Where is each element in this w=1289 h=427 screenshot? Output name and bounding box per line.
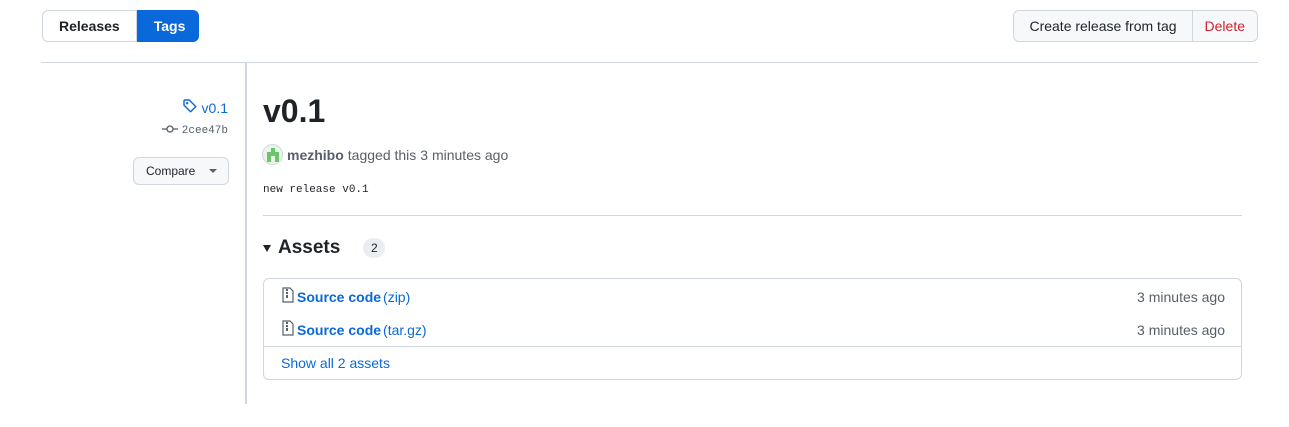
compare-dropdown[interactable]: Compare (133, 157, 229, 185)
release-time: 3 minutes ago (420, 146, 509, 163)
commit-sha: 2cee47b (181, 125, 228, 137)
assets-title: Assets (278, 237, 341, 258)
timeline-line (245, 62, 247, 404)
asset-time: 3 minutes ago (1137, 288, 1225, 305)
tag-icon (182, 98, 198, 117)
list-item: Source code (zip) 3 minutes ago (264, 280, 1241, 313)
top-divider (41, 62, 1258, 63)
tagged-text: tagged this (347, 146, 417, 163)
file-zip-icon (281, 320, 295, 339)
asset-ext: (zip) (383, 288, 411, 305)
asset-link-targz[interactable]: Source code (tar.gz) (281, 320, 427, 339)
release-byline: mezhibo tagged this 3 minutes ago (262, 144, 508, 165)
assets-list: Source code (zip) 3 minutes ago Source c… (263, 278, 1242, 380)
tag-name: v0.1 (201, 99, 228, 116)
body-divider (263, 215, 1242, 216)
show-all-assets-link[interactable]: Show all 2 assets (281, 355, 390, 371)
author-link[interactable]: mezhibo (287, 147, 344, 163)
file-zip-icon (281, 287, 295, 306)
assets-header[interactable]: Assets 2 (263, 237, 386, 259)
triangle-down-icon (263, 244, 271, 252)
create-release-button[interactable]: Create release from tag (1013, 10, 1193, 42)
asset-ext: (tar.gz) (383, 321, 427, 338)
git-commit-icon (161, 124, 178, 138)
show-all-row: Show all 2 assets (264, 346, 1241, 379)
asset-time: 3 minutes ago (1137, 321, 1225, 338)
compare-label: Compare (146, 164, 196, 178)
delete-button[interactable]: Delete (1192, 10, 1258, 42)
asset-link-zip[interactable]: Source code (zip) (281, 287, 410, 306)
commit-link[interactable]: 2cee47b (161, 124, 228, 138)
assets-count-badge: 2 (363, 238, 386, 258)
release-title: v0.1 (263, 93, 326, 129)
asset-name: Source code (297, 288, 382, 305)
avatar[interactable] (262, 144, 283, 165)
release-body: new release v0.1 (263, 184, 369, 196)
releases-tab[interactable]: Releases (42, 10, 137, 42)
releases-tags-toggle: Releases Tags (42, 10, 199, 42)
list-item: Source code (tar.gz) 3 minutes ago (264, 313, 1241, 346)
tags-tab[interactable]: Tags (136, 10, 199, 42)
tag-actions: Create release from tag Delete (1013, 10, 1258, 42)
chevron-down-icon (209, 169, 218, 173)
asset-name: Source code (297, 321, 382, 338)
tag-link[interactable]: v0.1 (182, 98, 228, 117)
